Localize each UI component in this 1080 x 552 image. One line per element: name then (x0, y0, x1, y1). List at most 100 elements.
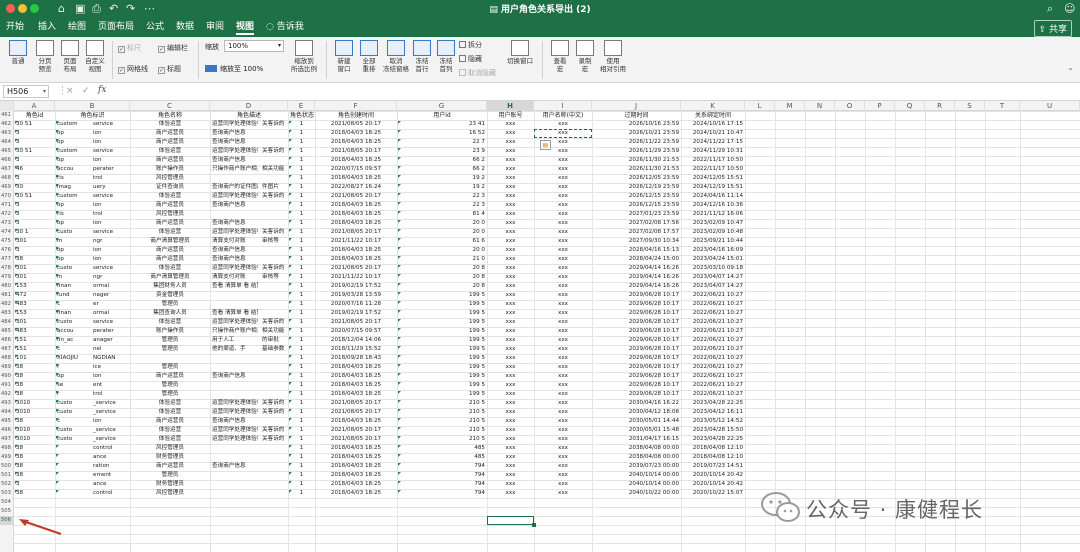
table-cell[interactable]: 2019/02/19 17:52 (317, 309, 395, 318)
table-cell[interactable]: xxx (536, 390, 590, 399)
table-cell[interactable] (262, 354, 288, 363)
table-cell[interactable] (262, 129, 288, 138)
table-cell[interactable]: 199 5 (399, 354, 485, 363)
column-header-o[interactable]: O (835, 101, 865, 111)
row-header[interactable]: 492 (0, 390, 14, 399)
table-cell[interactable]: 81 4 (399, 210, 485, 219)
table-cell[interactable]: 483 (16, 327, 53, 336)
table-cell[interactable]: 3 (16, 129, 53, 138)
table-cell[interactable]: 财务管理员 (132, 480, 208, 489)
table-cell[interactable]: control (93, 489, 129, 498)
table-cell[interactable]: 2024/04/16 11:14 (683, 192, 743, 201)
table-cell[interactable]: accou (57, 165, 87, 174)
table-cell[interactable]: xxx (536, 489, 590, 498)
table-cell[interactable]: 151 (16, 336, 53, 345)
table-cell[interactable]: 2023/04/07 14:27 (683, 282, 743, 291)
table-cell[interactable]: nager (93, 291, 129, 300)
table-cell[interactable]: 22 3 (399, 192, 485, 201)
table-cell[interactable]: 1 (290, 471, 313, 480)
table-cell[interactable]: xxx (489, 462, 532, 471)
table-cell[interactable]: 1 (290, 417, 313, 426)
table-cell[interactable]: _service (93, 408, 129, 417)
table-cell[interactable]: 2021/08/05 20:17 (317, 264, 395, 273)
row-header[interactable]: 498 (0, 444, 14, 453)
table-cell[interactable]: 运营同学处理体验相关 (212, 120, 258, 129)
table-cell[interactable]: 1 (290, 354, 313, 363)
table-cell[interactable]: 38 (16, 417, 53, 426)
table-cell[interactable]: 清算支付对账 (212, 237, 258, 246)
table-cell[interactable]: xxx (489, 444, 532, 453)
table-cell[interactable]: ance (93, 480, 129, 489)
gridlines-checkbox[interactable]: ✓ 网格线 (118, 64, 148, 75)
table-cell[interactable]: 2018/04/03 18:25 (317, 390, 395, 399)
table-cell[interactable]: ration (93, 462, 129, 471)
table-cell[interactable]: uery (93, 183, 129, 192)
table-cell[interactable]: 3 (16, 246, 53, 255)
table-cell[interactable]: 2031/04/17 16:15 (594, 435, 679, 444)
profile-icon[interactable]: ☺ (1064, 1, 1075, 16)
table-cell[interactable]: 2028/04/24 15:00 (594, 255, 679, 264)
table-cell[interactable] (57, 444, 87, 453)
table-cell[interactable]: xxx (489, 390, 532, 399)
table-cell[interactable]: 301 (16, 264, 53, 273)
table-cell[interactable]: 2018/04/03 18:25 (317, 129, 395, 138)
table-cell[interactable]: 2019/03/28 13:59 (317, 291, 395, 300)
table-cell[interactable] (212, 363, 258, 372)
freeze-first-column-button[interactable]: 冻结 首列 (431, 39, 461, 81)
tab-page-layout[interactable]: 页面布局 (98, 21, 134, 33)
table-cell[interactable]: 2030/04/16 16:22 (594, 399, 679, 408)
table-cell[interactable]: 体验运营 (132, 120, 208, 129)
table-cell[interactable]: 2027/01/23 23:59 (594, 210, 679, 219)
table-cell[interactable]: 关客诉的 (262, 408, 288, 417)
table-cell[interactable]: 商户运营员 (132, 219, 208, 228)
table-cell[interactable] (212, 300, 258, 309)
table-cell[interactable] (262, 390, 288, 399)
table-cell[interactable]: 2040/10/14 00:00 (594, 480, 679, 489)
table-cell[interactable]: xxx (489, 147, 532, 156)
table-cell[interactable]: xxx (536, 435, 590, 444)
formula-bar-checkbox[interactable]: ✓ 编辑栏 (158, 43, 188, 54)
table-cell[interactable]: 2019/02/19 17:52 (317, 282, 395, 291)
table-cell[interactable]: custo (57, 318, 87, 327)
table-cell[interactable]: fund (57, 291, 87, 300)
table-cell[interactable]: 1 (290, 255, 313, 264)
table-cell[interactable]: 30 51 (16, 192, 53, 201)
table-cell[interactable]: 2020/10/22 15:07 (683, 489, 743, 498)
table-cell[interactable]: ement (93, 471, 129, 480)
table-cell[interactable] (57, 462, 87, 471)
table-cell[interactable]: 商户运营员 (132, 255, 208, 264)
table-cell[interactable]: xxx (536, 291, 590, 300)
table-cell[interactable] (57, 489, 87, 498)
table-cell[interactable] (262, 444, 288, 453)
table-cell[interactable]: 2029/06/28 10:17 (594, 336, 679, 345)
table-cell[interactable]: 2023/04/28 22:25 (683, 399, 743, 408)
tab-draw[interactable]: 绘图 (68, 21, 86, 33)
table-cell[interactable]: 2018/04/03 18:25 (317, 372, 395, 381)
table-cell[interactable]: 查询商户信息 (212, 156, 258, 165)
table-cell[interactable]: 2018/04/03 18:25 (317, 363, 395, 372)
table-cell[interactable]: 1 (290, 345, 313, 354)
zoom-100-button[interactable]: 缩放至 100% (205, 64, 263, 74)
table-cell[interactable]: custom (57, 120, 87, 129)
column-header-a[interactable]: A (14, 101, 55, 111)
row-header[interactable]: 468 (0, 174, 14, 183)
table-cell[interactable]: 2024/10/16 17:15 (683, 120, 743, 129)
table-cell[interactable]: 199 5 (399, 336, 485, 345)
table-cell[interactable]: 38 (16, 453, 53, 462)
tab-home[interactable]: 开始 (6, 21, 24, 33)
row-header[interactable]: 463 (0, 129, 14, 138)
table-cell[interactable]: 运营同学处理体验相关 (212, 147, 258, 156)
table-cell[interactable]: 2021/08/05 20:17 (317, 147, 395, 156)
column-header-u[interactable]: U (1020, 101, 1080, 111)
table-cell[interactable]: 2022/06/21 10:27 (683, 300, 743, 309)
table-cell[interactable]: 1 (290, 246, 313, 255)
table-cell[interactable]: ngr (93, 237, 129, 246)
column-title[interactable]: 用户账号 (489, 111, 532, 120)
table-cell[interactable]: 体验运营 (132, 399, 208, 408)
table-cell[interactable]: xxx (536, 372, 590, 381)
table-cell[interactable]: xxx (489, 210, 532, 219)
table-cell[interactable]: 3 (16, 138, 53, 147)
table-cell[interactable]: imag (57, 183, 87, 192)
table-cell[interactable]: 2039/07/23 00:00 (594, 462, 679, 471)
table-cell[interactable]: 2018/04/03 18:25 (317, 174, 395, 183)
